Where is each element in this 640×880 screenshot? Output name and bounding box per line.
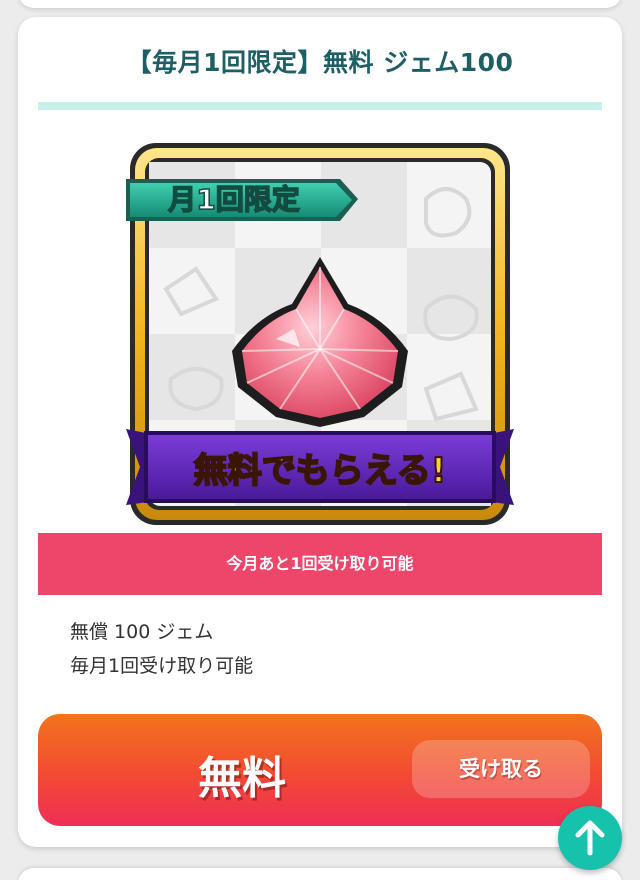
receive-button[interactable]: 受け取る <box>412 740 590 798</box>
purchase-bar[interactable]: 無料 受け取る <box>38 714 602 826</box>
description-line: 毎月1回受け取り可能 <box>70 655 254 677</box>
description-line: 無償 100 ジェム <box>70 621 214 643</box>
remaining-count-status: 今月あと1回受け取り可能 <box>38 533 602 595</box>
arrow-up-icon <box>575 820 605 856</box>
ribbon-top-text: 月1回限定 <box>167 183 299 216</box>
title-underline <box>38 102 602 110</box>
product-banner-image: 月1回限定 無料でもらえる! <box>126 143 514 525</box>
ribbon-bottom-text: 無料でもらえる! <box>194 451 447 491</box>
product-description: 無償 100 ジェム 毎月1回受け取り可能 <box>70 615 253 683</box>
scroll-to-top-button[interactable] <box>558 806 622 870</box>
product-title: 【毎月1回限定】無料 ジェム100 <box>126 48 514 77</box>
price-label: 無料 <box>198 753 286 804</box>
product-card: 【毎月1回限定】無料 ジェム100 月1回限定 無料でもらえる! 今月あと1回受… <box>18 17 622 847</box>
next-card-edge <box>18 868 622 880</box>
previous-card-edge <box>18 0 622 8</box>
